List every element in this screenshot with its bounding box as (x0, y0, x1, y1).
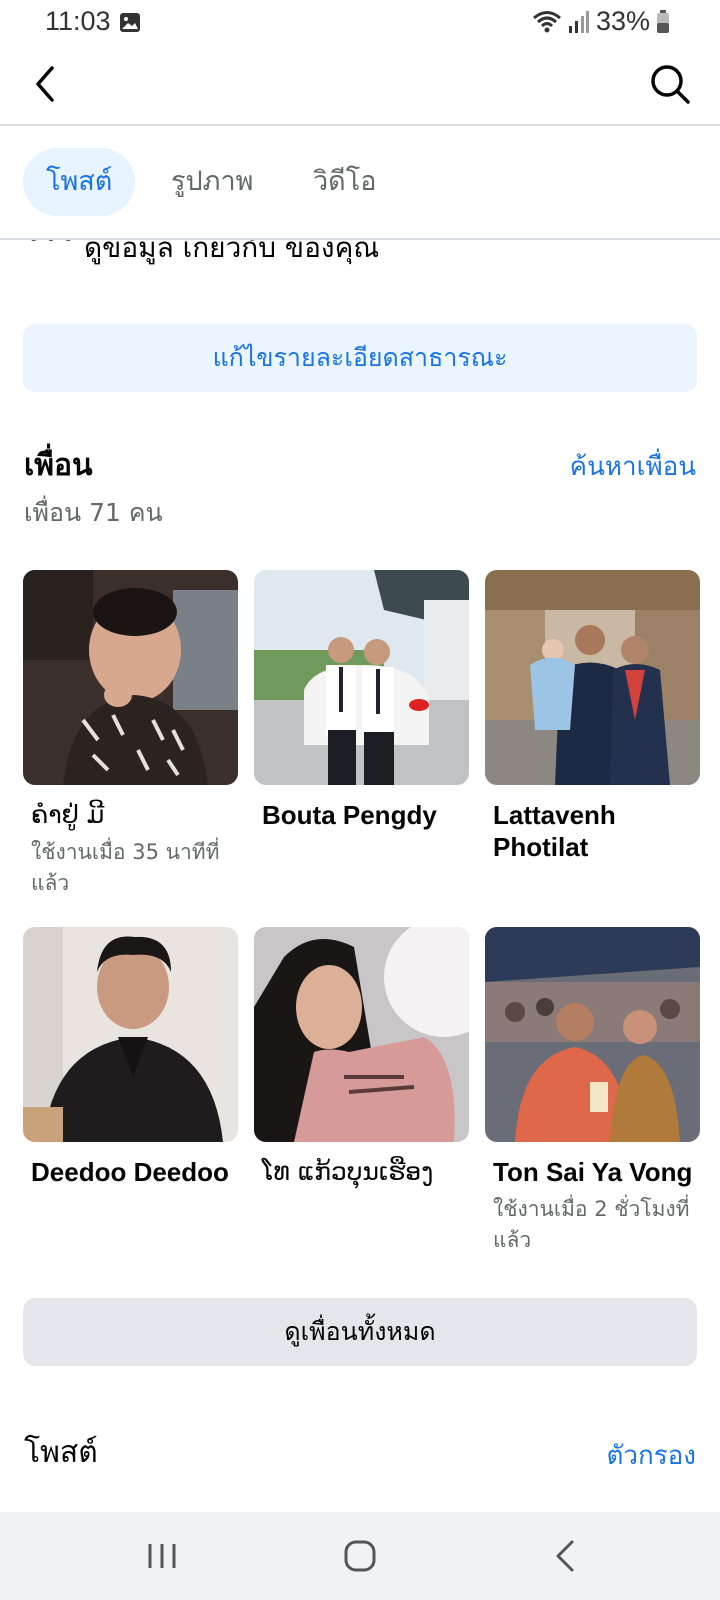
gallery-notification-icon (120, 13, 140, 32)
friend-name: ໂທ ແກ້ວບຸນເຮືອງ (262, 1157, 434, 1186)
tab-photos[interactable]: รูปภาพ (148, 148, 276, 216)
system-nav-bar (0, 1512, 720, 1600)
friend-photo (23, 927, 238, 1142)
search-icon[interactable] (648, 62, 692, 106)
friend-photo (485, 570, 700, 785)
tab-posts[interactable]: โพสต์ (23, 148, 136, 216)
home-icon[interactable] (338, 1534, 382, 1578)
profile-tabs: โพสต์ รูปภาพ วิดีโอ (0, 126, 720, 240)
battery-icon (657, 9, 669, 33)
friend-active-status: ใช้งานเมื่อ 2 ชั่วโมงที่แล้ว (493, 1197, 690, 1252)
see-all-friends-button[interactable]: ดูเพื่อนทั้งหมด (23, 1298, 697, 1366)
wifi-icon (532, 10, 561, 32)
friend-card[interactable]: ຄຳຢູ່ ມີ ใช้งานเมื่อ 35 นาทีที่แล้ว (23, 570, 238, 899)
posts-section-title: โพสต์ (24, 1435, 98, 1470)
system-back-icon[interactable] (544, 1534, 588, 1578)
status-bar: 11:03 33% (0, 0, 720, 48)
friend-photo (254, 570, 469, 785)
friend-card[interactable]: Lattavenh Photilat (485, 570, 700, 869)
friend-photo (485, 927, 700, 1142)
friends-section-title: เพื่อน (24, 448, 93, 483)
filter-link[interactable]: ตัวกรอง (606, 1435, 696, 1476)
friend-card[interactable]: Bouta Pengdy (254, 570, 469, 837)
tab-videos[interactable]: วิดีโอ (290, 148, 399, 216)
more-dots-icon: ••• (26, 240, 78, 254)
about-info-row[interactable]: ••• ดูข้อมูล เกี่ยวกับ ของคุณ (0, 240, 720, 270)
friend-card[interactable]: Ton Sai Ya Vong ใช้งานเมื่อ 2 ชั่วโมงที่… (485, 927, 700, 1256)
friend-name: Deedoo Deedoo (31, 1157, 229, 1187)
friend-name: Bouta Pengdy (262, 800, 437, 830)
friends-count: เพื่อน 71 คน (24, 498, 163, 527)
find-friends-link[interactable]: ค้นหาเพื่อน (570, 446, 696, 487)
battery-percent: 33% (595, 6, 650, 36)
signal-icon (568, 10, 589, 33)
status-indicators: 33% (532, 6, 670, 37)
friend-photo (23, 570, 238, 785)
back-arrow-icon[interactable] (28, 62, 68, 106)
friend-name: Lattavenh Photilat (493, 800, 616, 862)
friend-photo (254, 927, 469, 1142)
status-time: 11:03 (45, 6, 111, 36)
friend-card[interactable]: ໂທ ແກ້ວບຸນເຮືອງ (254, 927, 469, 1194)
friend-name: Ton Sai Ya Vong (493, 1157, 693, 1187)
friend-name: ຄຳຢູ່ ມີ (31, 800, 105, 829)
friend-card[interactable]: Deedoo Deedoo (23, 927, 238, 1194)
top-header (0, 48, 720, 126)
recent-apps-icon[interactable] (140, 1534, 184, 1578)
about-info-text: ดูข้อมูล เกี่ยวกับ ของคุณ (84, 240, 380, 264)
edit-public-details-button[interactable]: แก้ไขรายละเอียดสาธารณะ (23, 324, 697, 392)
friend-active-status: ใช้งานเมื่อ 35 นาทีที่แล้ว (31, 840, 220, 895)
